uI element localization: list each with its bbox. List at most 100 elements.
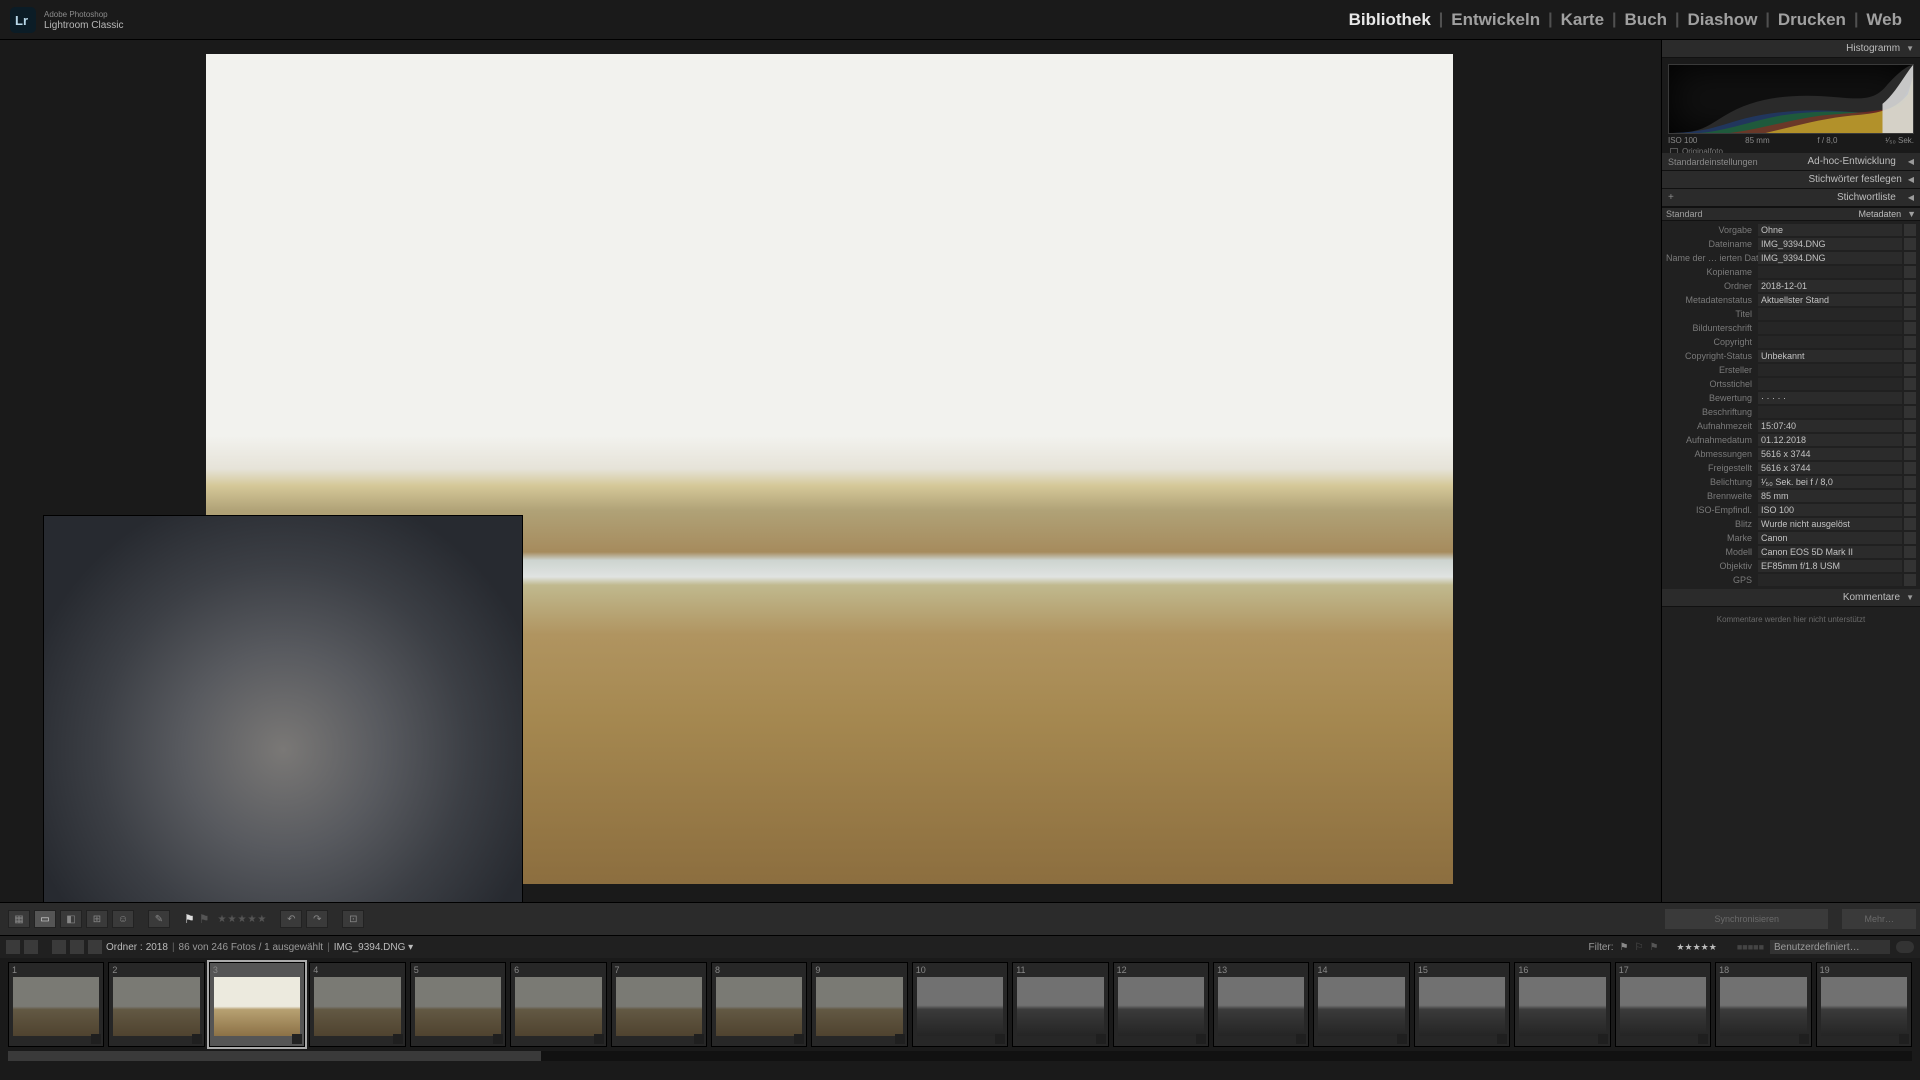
more-button[interactable]: Mehr… [1842,909,1916,929]
metadata-action-button[interactable] [1904,252,1916,264]
filmstrip-thumb[interactable]: 13 [1213,962,1309,1047]
filmstrip-scrollbar[interactable] [8,1051,1912,1061]
metadata-action-button[interactable] [1904,406,1916,418]
filmstrip-thumb[interactable]: 9 [811,962,907,1047]
metadata-value[interactable]: 5616 x 3744 [1758,448,1902,460]
filmstrip-thumb[interactable]: 18 [1715,962,1811,1047]
metadata-action-button[interactable] [1904,322,1916,334]
filter-color-labels[interactable]: ■■■■■ [1737,942,1764,953]
module-entwickeln[interactable]: Entwickeln [1443,10,1548,30]
filmstrip-thumb[interactable]: 2 [108,962,204,1047]
filmstrip-thumb[interactable]: 10 [912,962,1008,1047]
metadata-action-button[interactable] [1904,420,1916,432]
survey-view-button[interactable]: ⊞ [86,910,108,928]
loupe-view-button[interactable]: ▭ [34,910,56,928]
panel-header-keywordlist[interactable]: + Stichwortliste◀ [1662,189,1920,207]
metadata-action-button[interactable] [1904,364,1916,376]
painter-tool-button[interactable]: ✎ [148,910,170,928]
filmstrip-thumb[interactable]: 1 [8,962,104,1047]
metadata-action-button[interactable] [1904,378,1916,390]
metadata-action-button[interactable] [1904,308,1916,320]
compare-view-button[interactable]: ◧ [60,910,82,928]
metadata-action-button[interactable] [1904,462,1916,474]
metadata-value[interactable]: 85 mm [1758,490,1902,502]
metadata-action-button[interactable] [1904,518,1916,530]
metadata-value[interactable]: Aktuellster Stand [1758,294,1902,306]
metadata-value[interactable] [1758,322,1902,334]
filmstrip-thumb[interactable]: 15 [1414,962,1510,1047]
module-buch[interactable]: Buch [1617,10,1676,30]
module-diashow[interactable]: Diashow [1680,10,1766,30]
filmstrip-thumb[interactable]: 6 [510,962,606,1047]
module-karte[interactable]: Karte [1553,10,1612,30]
filmstrip-thumb[interactable]: 3 [209,962,305,1047]
metadata-value[interactable] [1758,406,1902,418]
metadata-value[interactable] [1758,266,1902,278]
panel-header-comments[interactable]: Kommentare▼ [1662,589,1920,607]
metadata-action-button[interactable] [1904,560,1916,572]
grid-view-button[interactable]: ▦ [8,910,30,928]
metadata-value[interactable]: EF85mm f/1.8 USM [1758,560,1902,572]
metadata-value[interactable]: · · · · · [1758,392,1902,404]
metadata-value[interactable] [1758,574,1902,586]
filter-lock-switch[interactable] [1896,941,1914,953]
metadata-value[interactable] [1758,308,1902,320]
metadata-value[interactable]: 5616 x 3744 [1758,462,1902,474]
grid-icon[interactable] [52,940,66,954]
metadata-preset-selector[interactable]: Standard Metadaten▼ [1662,207,1920,221]
rotate-ccw-button[interactable]: ↶ [280,910,302,928]
metadata-value[interactable]: IMG_9394.DNG [1758,238,1902,250]
metadata-value[interactable] [1758,378,1902,390]
metadata-action-button[interactable] [1904,476,1916,488]
filter-flag-pick-icon[interactable]: ⚑ [1620,942,1629,953]
metadata-value[interactable] [1758,336,1902,348]
filmstrip-thumb[interactable]: 14 [1313,962,1409,1047]
source-folder[interactable]: 2018 [146,942,168,953]
second-monitor-1-button[interactable] [6,940,20,954]
metadata-action-button[interactable] [1904,448,1916,460]
panel-header-keywording[interactable]: Stichwörter festlegen◀ [1662,171,1920,189]
preview-area[interactable] [0,40,1661,902]
filter-preset-dropdown[interactable]: Benutzerdefiniert… [1770,940,1890,954]
panel-header-adhoc[interactable]: Standardeinstellungen Ad-hoc-Entwicklung… [1662,153,1920,171]
filmstrip-track[interactable]: 12345678910111213141516171819 [8,962,1912,1047]
filmstrip-thumb[interactable]: 12 [1113,962,1209,1047]
filmstrip-thumb[interactable]: 19 [1816,962,1912,1047]
rotate-cw-button[interactable]: ↷ [306,910,328,928]
metadata-action-button[interactable] [1904,434,1916,446]
rating-stars[interactable]: ★★★★★ [218,914,267,925]
filmstrip-thumb[interactable]: 5 [410,962,506,1047]
filmstrip-thumb[interactable]: 8 [711,962,807,1047]
metadata-value[interactable]: Canon [1758,532,1902,544]
back-icon[interactable] [70,940,84,954]
metadata-value[interactable] [1758,364,1902,376]
forward-icon[interactable] [88,940,102,954]
filmstrip-thumb[interactable]: 16 [1514,962,1610,1047]
module-bibliothek[interactable]: Bibliothek [1341,10,1439,30]
module-web[interactable]: Web [1858,10,1910,30]
filter-flag-reject-icon[interactable]: ⚑ [1649,942,1658,953]
metadata-action-button[interactable] [1904,238,1916,250]
metadata-action-button[interactable] [1904,546,1916,558]
module-drucken[interactable]: Drucken [1770,10,1854,30]
second-monitor-2-button[interactable] [24,940,38,954]
metadata-value[interactable]: ¹⁄₅₀ Sek. bei f / 8,0 [1758,476,1902,488]
metadata-action-button[interactable] [1904,350,1916,362]
metadata-value[interactable]: 01.12.2018 [1758,434,1902,446]
metadata-value[interactable]: IMG_9394.DNG [1758,252,1902,264]
metadata-value[interactable]: 15:07:40 [1758,420,1902,432]
sync-button[interactable]: Synchronisieren [1665,909,1828,929]
panel-header-histogram[interactable]: Histogramm▼ [1662,40,1920,58]
metadata-value[interactable]: Ohne [1758,224,1902,236]
metadata-action-button[interactable] [1904,336,1916,348]
scrollbar-handle[interactable] [8,1051,541,1061]
metadata-action-button[interactable] [1904,266,1916,278]
flag-pick-icon[interactable]: ⚑ [184,912,195,926]
filmstrip-thumb[interactable]: 17 [1615,962,1711,1047]
metadata-action-button[interactable] [1904,294,1916,306]
filter-flag-unflagged-icon[interactable]: ⚐ [1634,942,1643,953]
filter-rating[interactable]: ★★★★★ [1676,942,1716,953]
metadata-action-button[interactable] [1904,504,1916,516]
histogram-canvas[interactable] [1668,64,1914,134]
metadata-action-button[interactable] [1904,574,1916,586]
